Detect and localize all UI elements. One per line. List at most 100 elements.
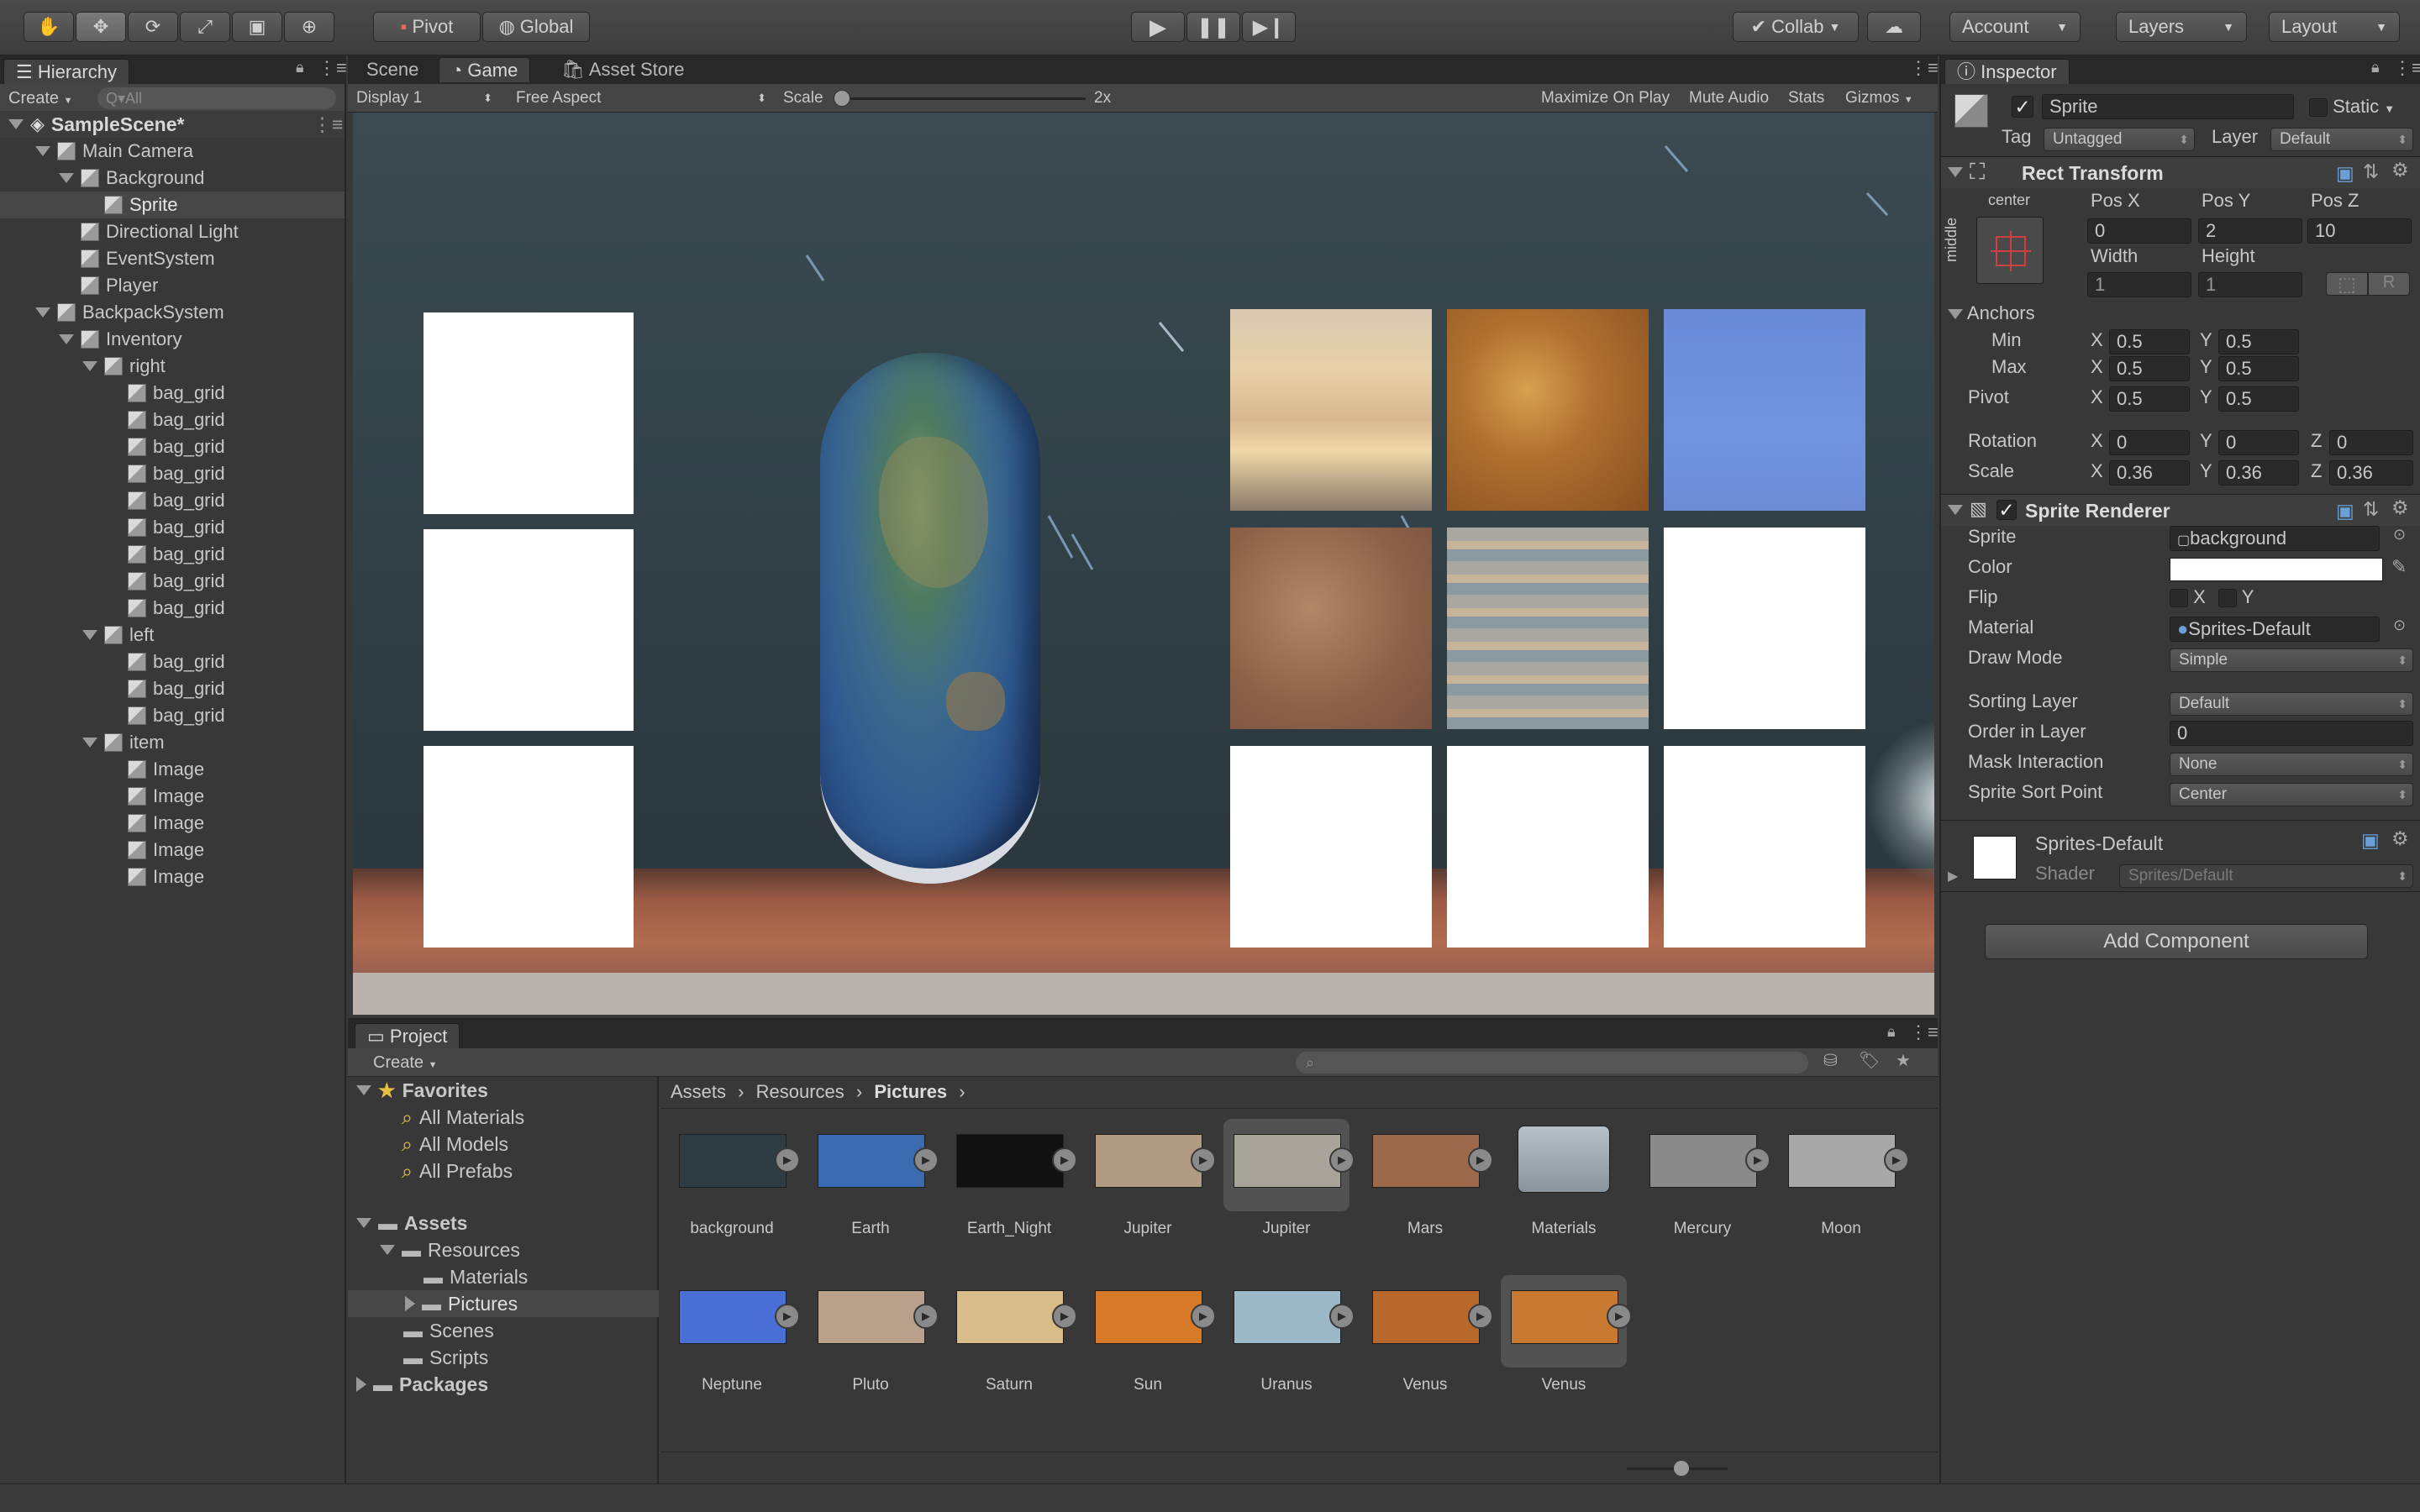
- hierarchy-row[interactable]: bag_grid: [0, 487, 345, 514]
- gizmos-dropdown[interactable]: Gizmos ▼: [1845, 87, 1913, 111]
- rect-transform-header[interactable]: ⛶ Rect Transform ▣ ⇅ ⚙: [1941, 156, 2420, 188]
- breadcrumb-item[interactable]: Resources: [756, 1081, 844, 1102]
- hierarchy-row[interactable]: Background: [0, 165, 345, 192]
- expand-arrow-icon[interactable]: [82, 361, 97, 371]
- expand-arrow-icon[interactable]: [1948, 505, 1963, 515]
- color-swatch[interactable]: [2170, 558, 2383, 581]
- inventory-empty-slot[interactable]: [1230, 746, 1432, 948]
- pos-z-field[interactable]: 10: [2307, 218, 2412, 244]
- hierarchy-row[interactable]: right: [0, 353, 345, 380]
- collab-button[interactable]: ✔ Collab ▼: [1733, 12, 1859, 42]
- expand-sprite-icon[interactable]: ▶: [1052, 1147, 1077, 1173]
- favorite-item[interactable]: ⌕ All Materials: [402, 1104, 524, 1131]
- aspect-dropdown[interactable]: Free Aspect ⬍: [516, 87, 770, 109]
- expand-sprite-icon[interactable]: ▶: [1884, 1147, 1909, 1173]
- enabled-checkbox[interactable]: ✓: [1996, 500, 2017, 520]
- hierarchy-row[interactable]: Player: [0, 272, 345, 299]
- pause-button[interactable]: ❚❚: [1186, 12, 1240, 42]
- raw-edit-button[interactable]: R: [2368, 272, 2410, 296]
- expand-sprite-icon[interactable]: ▶: [1191, 1147, 1216, 1173]
- search-input[interactable]: Q▾All: [97, 87, 336, 109]
- favorite-item[interactable]: ⌕ All Models: [402, 1131, 508, 1158]
- hierarchy-row[interactable]: Inventory: [0, 326, 345, 353]
- create-dropdown[interactable]: Create ▼: [8, 87, 72, 112]
- expand-arrow-icon[interactable]: [356, 1218, 371, 1228]
- hierarchy-row[interactable]: Main Camera: [0, 138, 345, 165]
- inventory-empty-slot[interactable]: [1664, 746, 1865, 948]
- hierarchy-row[interactable]: bag_grid: [0, 595, 345, 622]
- hierarchy-row[interactable]: Image: [0, 810, 345, 837]
- expand-sprite-icon[interactable]: ▶: [775, 1147, 800, 1173]
- asset-item[interactable]: ▶ Venus: [1501, 1275, 1632, 1394]
- active-checkbox[interactable]: ✓: [2012, 96, 2033, 118]
- panel-menu-icon[interactable]: ⋮≡: [1909, 57, 1939, 79]
- inventory-mars-texture-slot[interactable]: [1230, 528, 1432, 729]
- scripts-folder-row[interactable]: ▬ Scripts: [403, 1344, 488, 1371]
- move-tool-button[interactable]: ✥: [76, 12, 126, 42]
- scene-root-row[interactable]: ◈ SampleScene* ⋮≡: [0, 111, 345, 138]
- expand-arrow-icon[interactable]: [356, 1085, 371, 1095]
- rotation-z-field[interactable]: 0: [2329, 430, 2413, 455]
- hierarchy-row[interactable]: Image: [0, 756, 345, 783]
- scale-slider-thumb[interactable]: [834, 90, 850, 107]
- expand-sprite-icon[interactable]: ▶: [1052, 1304, 1077, 1329]
- lock-icon[interactable]: 🔒︎: [296, 59, 304, 76]
- inventory-jupiter-texture-slot[interactable]: [1447, 528, 1649, 729]
- expand-sprite-icon[interactable]: ▶: [1468, 1147, 1493, 1173]
- global-button[interactable]: ◍ Global: [482, 12, 590, 42]
- thumbnail-size-thumb[interactable]: [1674, 1461, 1689, 1476]
- tab-inspector[interactable]: ⓘ Inspector: [1944, 59, 2070, 84]
- hierarchy-row[interactable]: bag_grid: [0, 514, 345, 541]
- layout-button[interactable]: Layout ▼: [2269, 12, 2400, 42]
- inventory-empty-slot[interactable]: [1447, 746, 1649, 948]
- packages-folder-row[interactable]: ▬ Packages: [356, 1371, 488, 1398]
- rotation-x-field[interactable]: 0: [2109, 430, 2190, 455]
- hierarchy-row[interactable]: bag_grid: [0, 407, 345, 433]
- flip-x-checkbox[interactable]: X: [2170, 586, 2206, 608]
- sprite-sort-point-dropdown[interactable]: Center: [2170, 783, 2413, 806]
- preset-icon[interactable]: ⇅: [2363, 160, 2379, 183]
- account-button[interactable]: Account ▼: [1949, 12, 2081, 42]
- asset-item[interactable]: ▶ Venus: [1362, 1267, 1493, 1418]
- expand-sprite-icon[interactable]: ▶: [1607, 1304, 1632, 1329]
- expand-arrow-icon[interactable]: [59, 173, 74, 183]
- asset-item[interactable]: ▶ Pluto: [808, 1267, 939, 1418]
- expand-arrow-icon[interactable]: [35, 146, 50, 156]
- scale-x-field[interactable]: 0.36: [2109, 460, 2190, 486]
- asset-item[interactable]: ▶ Mars: [1362, 1110, 1493, 1262]
- transform-tool-button[interactable]: ⊕: [284, 12, 334, 42]
- scale-y-field[interactable]: 0.36: [2218, 460, 2299, 486]
- hierarchy-row[interactable]: BackpackSystem: [0, 299, 345, 326]
- expand-sprite-icon[interactable]: ▶: [1745, 1147, 1770, 1173]
- rotation-y-field[interactable]: 0: [2218, 430, 2299, 455]
- pos-y-field[interactable]: 2: [2198, 218, 2302, 244]
- expand-sprite-icon[interactable]: ▶: [1329, 1147, 1355, 1173]
- expand-sprite-icon[interactable]: ▶: [913, 1304, 939, 1329]
- hierarchy-row[interactable]: bag_grid: [0, 541, 345, 568]
- sprite-object-field[interactable]: ▢background: [2170, 526, 2380, 551]
- sprite-renderer-header[interactable]: ▧ ✓ Sprite Renderer ▣ ⇅ ⚙: [1941, 494, 2420, 526]
- help-icon[interactable]: ▣: [2336, 500, 2354, 522]
- scale-slider[interactable]: [834, 90, 1086, 107]
- hierarchy-row[interactable]: Directional Light: [0, 218, 345, 245]
- tag-dropdown[interactable]: Untagged: [2044, 128, 2195, 151]
- expand-sprite-icon[interactable]: ▶: [913, 1147, 939, 1173]
- filter-by-type-icon[interactable]: ⛁: [1823, 1050, 1838, 1071]
- cloud-button[interactable]: ☁: [1867, 12, 1921, 42]
- hierarchy-row[interactable]: Image: [0, 864, 345, 890]
- gear-icon[interactable]: ⚙: [2391, 159, 2409, 181]
- inventory-slot-left-2[interactable]: [424, 529, 634, 731]
- favorite-item[interactable]: ⌕ All Prefabs: [402, 1158, 513, 1184]
- anchor-max-x-field[interactable]: 0.5: [2109, 356, 2190, 381]
- expand-arrow-icon[interactable]: ▶: [1948, 868, 1958, 885]
- anchor-min-x-field[interactable]: 0.5: [2109, 329, 2190, 354]
- asset-item[interactable]: ▶ Moon: [1778, 1110, 1909, 1262]
- hierarchy-row[interactable]: Image: [0, 837, 345, 864]
- play-button[interactable]: ▶: [1131, 12, 1185, 42]
- inventory-empty-slot[interactable]: [1664, 528, 1865, 729]
- breadcrumb-item[interactable]: Pictures: [874, 1081, 947, 1102]
- materials-folder-row[interactable]: ▬ Materials: [424, 1263, 528, 1290]
- inventory-venus-texture-slot[interactable]: [1447, 309, 1649, 511]
- mute-audio-toggle[interactable]: Mute Audio: [1689, 87, 1769, 109]
- hierarchy-row[interactable]: EventSystem: [0, 245, 345, 272]
